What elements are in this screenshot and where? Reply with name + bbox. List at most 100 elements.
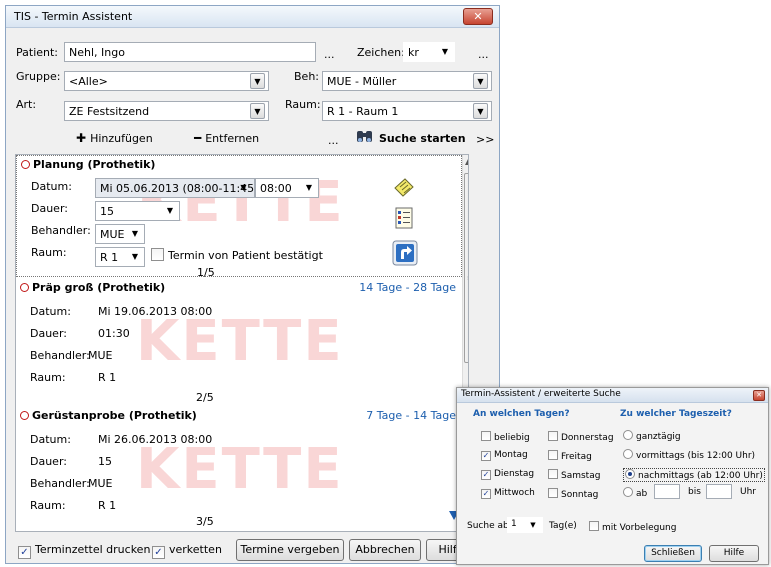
day-label: Samstag [561,471,601,481]
beh-select[interactable]: MUE - Müller ▼ [322,71,492,91]
checkbox-box[interactable] [589,521,599,531]
day-sonntag[interactable]: Sonntag [548,488,598,500]
appointment-counter: 1/5 [197,266,215,279]
datum-value: Mi 05.06.2013 (08:00-11:45) [100,182,255,195]
suche-ab-value: 1 [511,519,517,529]
checkmark-icon[interactable]: ✓ [18,546,31,559]
time-vormittags[interactable]: vormittags (bis 12:00 Uhr) [623,449,755,461]
checkmark-icon[interactable]: ✓ [481,451,491,461]
patient-more-button[interactable]: ... [324,48,335,61]
jump-arrow-icon[interactable] [392,240,418,266]
vorbelegung-checkbox[interactable]: mit Vorbelegung [589,521,676,533]
raum-label: Raum: [30,371,66,384]
radio-button[interactable] [623,449,633,459]
checkbox-box[interactable] [548,450,558,460]
checkbox-box[interactable] [548,469,558,479]
uhr-label: Uhr [740,487,756,497]
chain-watermark: KETTE [136,437,344,502]
art-select[interactable]: ZE Festsitzend ▼ [64,101,269,121]
day-montag[interactable]: ✓ Montag [481,450,528,461]
radio-button[interactable] [623,430,633,440]
appointment-item-3[interactable]: KETTE Gerüstanprobe (Prothetik) 7 Tage -… [16,407,462,529]
assign-appointments-button[interactable]: Termine vergeben [236,539,344,561]
time-heading: Zu welcher Tageszeit? [620,409,732,419]
checkmark-icon[interactable]: ✓ [152,546,165,559]
day-donnerstag[interactable]: Donnerstag [548,431,614,443]
remove-button[interactable]: ━ Entfernen [194,131,259,145]
day-mittwoch[interactable]: ✓ Mittwoch [481,488,535,499]
checkbox-box[interactable] [548,488,558,498]
print-slip-checkbox[interactable]: ✓ Terminzettel drucken [18,543,150,559]
day-label: beliebig [494,433,530,443]
raum-value: R 1 [100,251,119,264]
search-label: Suche starten [379,132,466,145]
appointment-item-1[interactable]: KETTE Planung (Prothetik) Datum: Mi 05.0… [16,155,462,279]
dauer-select[interactable]: 15 ▼ [95,201,180,221]
dauer-value: 15 [98,455,112,468]
dialog-help-button[interactable]: Hilfe [709,545,759,562]
day-samstag[interactable]: Samstag [548,469,600,481]
raum-value: R 1 [98,499,117,512]
zeichen-select[interactable]: kr ▼ [403,42,455,62]
dialog-close-button[interactable]: ✕ [753,390,765,401]
dauer-label: Dauer: [30,327,67,340]
time-select[interactable]: 08:00 ▼ [255,178,319,198]
chain-checkbox[interactable]: ✓ verketten [152,543,222,559]
raum-label: Raum: [285,98,321,111]
datum-value: Mi 19.06.2013 08:00 [98,305,213,318]
time-from-input[interactable] [654,484,680,499]
title-bar[interactable]: TIS - Termin Assistent ✕ [6,6,499,28]
gruppe-select[interactable]: <Alle> ▼ [64,71,269,91]
toolbar-more-button[interactable]: ... [328,134,339,147]
add-button[interactable]: ✚ Hinzufügen [76,131,153,145]
raum-select[interactable]: R 1 ▼ [95,247,145,267]
checkbox-box[interactable] [481,431,491,441]
checkmark-icon[interactable]: ✓ [481,489,491,499]
day-beliebig[interactable]: beliebig [481,431,530,443]
binoculars-icon [357,131,372,142]
radio-button[interactable] [623,487,633,497]
appointment-title-text: Gerüstanprobe (Prothetik) [32,409,197,422]
time-nachmittags[interactable]: nachmittags (ab 12:00 Uhr) [623,468,765,482]
chevron-down-icon: ▼ [305,183,313,192]
checkmark-icon[interactable]: ✓ [481,470,491,480]
appointment-counter: 3/5 [196,515,214,528]
time-to-input[interactable] [706,484,732,499]
appointment-list[interactable]: KETTE Planung (Prothetik) Datum: Mi 05.0… [15,154,469,532]
close-button[interactable]: ✕ [463,8,493,25]
day-dienstag[interactable]: ✓ Dienstag [481,469,534,480]
time-ab[interactable]: ab [623,487,647,499]
scroll-up-icon[interactable]: ▲ [465,157,468,166]
day-label: Mittwoch [494,488,535,498]
zeichen-more-button[interactable]: ... [478,48,489,61]
time-ganztaegig[interactable]: ganztägig [623,430,681,442]
cancel-button[interactable]: Abbrechen [349,539,421,561]
appointment-title: Präp groß (Prothetik) [20,281,165,294]
plus-icon: ✚ [76,131,87,145]
chevron-down-icon: ▼ [166,206,174,215]
dialog-close-action-button[interactable]: Schließen [644,545,702,562]
confirm-checkbox[interactable]: Termin von Patient bestätigt [151,248,323,262]
scrollbar-thumb[interactable]: ≡ [464,173,468,363]
raum-select[interactable]: R 1 - Raum 1 ▼ [322,101,492,121]
checklist-icon[interactable] [392,206,416,230]
note-icon[interactable] [392,176,416,200]
beh-label: Beh: [294,70,319,83]
patient-field[interactable]: Nehl, Ingo [64,42,316,62]
chevron-down-icon: ▼ [441,47,449,56]
day-freitag[interactable]: Freitag [548,450,592,462]
datum-select[interactable]: Mi 05.06.2013 (08:00-11:45) ▼ [95,178,255,198]
checkbox-box[interactable] [548,431,558,441]
chevron-down-icon: ▼ [473,73,488,89]
search-button[interactable]: Suche starten [355,129,466,145]
appointment-item-2[interactable]: KETTE Präp groß (Prothetik) 14 Tage - 28… [16,279,462,404]
expand-button[interactable]: >> [476,133,494,146]
suche-ab-select[interactable]: 1 ▼ [507,517,543,533]
dialog-title-bar[interactable]: Termin-Assistent / erweiterte Suche ✕ [457,388,768,403]
checkbox-box[interactable] [151,248,164,261]
raum-value: R 1 - Raum 1 [327,105,399,118]
bis-label: bis [688,487,701,497]
suche-ab-label: Suche ab [467,521,509,531]
behandler-select[interactable]: MUE ▼ [95,224,145,244]
radio-button-selected[interactable] [625,469,635,479]
